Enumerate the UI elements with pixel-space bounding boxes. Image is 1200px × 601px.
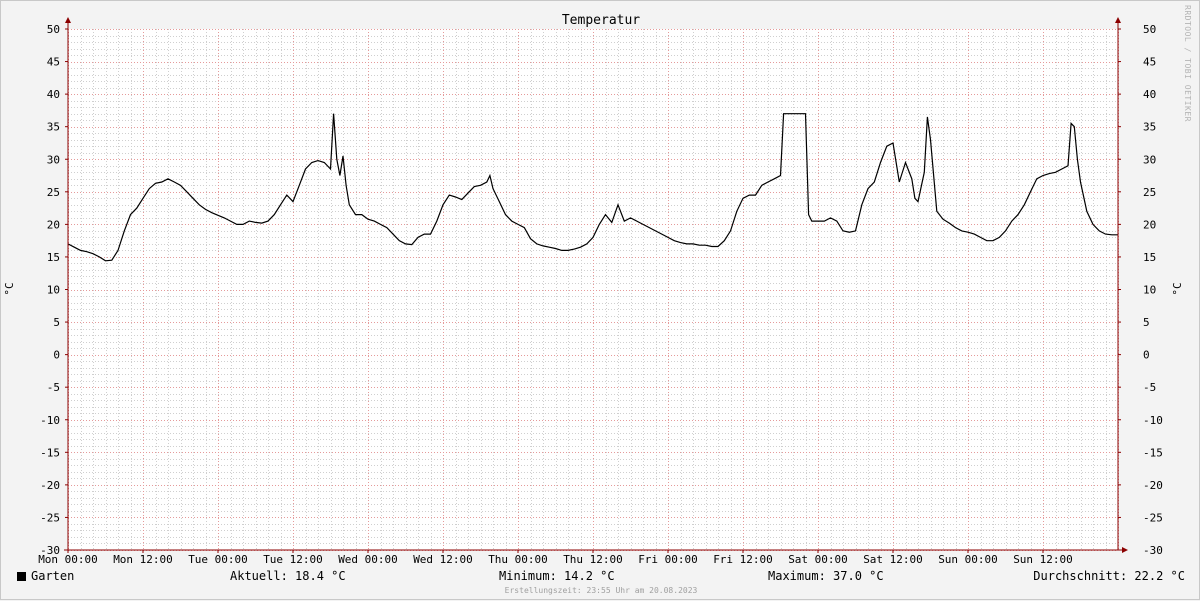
x-tick-label: Tue 00:00 xyxy=(188,553,248,566)
y-tick-label-right: 25 xyxy=(1143,186,1156,199)
x-tick-label: Thu 12:00 xyxy=(563,553,623,566)
x-tick-label: Mon 00:00 xyxy=(38,553,98,566)
y-tick-label-left: 5 xyxy=(53,316,60,329)
y-tick-label-right: 20 xyxy=(1143,218,1156,231)
legend-average: Durchschnitt: 22.2 °C xyxy=(1033,569,1185,583)
y-tick-label-left: 20 xyxy=(47,218,60,231)
y-tick-label-right: 40 xyxy=(1143,88,1156,101)
y-tick-label-left: 45 xyxy=(47,56,60,69)
y-tick-label-right: -15 xyxy=(1143,446,1163,459)
y-tick-label-right: 45 xyxy=(1143,56,1156,69)
legend-current: Aktuell: 18.4 °C xyxy=(230,569,346,583)
y-tick-label-left: 10 xyxy=(47,284,60,297)
x-tick-label: Sun 00:00 xyxy=(938,553,998,566)
legend-series-name: Garten xyxy=(31,569,75,583)
x-tick-label: Mon 12:00 xyxy=(113,553,173,566)
y-tick-label-left: 15 xyxy=(47,251,60,264)
y-tick-label-right: -20 xyxy=(1143,479,1163,492)
legend: Garten Aktuell: 18.4 °C Minimum: 14.2 °C… xyxy=(1,567,1200,587)
y-tick-label-left: 30 xyxy=(47,153,60,166)
y-tick-label-right: 15 xyxy=(1143,251,1156,264)
watermark: RRDTOOL / TOBI OETIKER xyxy=(1183,5,1192,122)
y-tick-label-right: -30 xyxy=(1143,544,1163,557)
y-tick-label-right: -25 xyxy=(1143,511,1163,524)
y-tick-label-left: 50 xyxy=(47,23,60,36)
legend-maximum: Maximum: 37.0 °C xyxy=(768,569,884,583)
x-tick-label: Fri 12:00 xyxy=(713,553,773,566)
x-tick-label: Wed 00:00 xyxy=(338,553,398,566)
x-axis-ticks: Mon 00:00 Mon 12:00 Tue 00:00 Tue 12:00 Wed … xyxy=(38,550,1073,566)
chart-frame: -30 -25 -20 -15 -10 -5 0 5 10 15 20 25 30 35 40 45 50 -3… xyxy=(0,0,1200,600)
x-tick-label: Thu 00:00 xyxy=(488,553,548,566)
creation-time: Erstellungszeit: 23:55 Uhr am 20.08.2023 xyxy=(504,586,698,595)
y-tick-label-left: 0 xyxy=(53,349,60,362)
x-axis-arrow xyxy=(1122,547,1128,553)
x-tick-label: Sat 12:00 xyxy=(863,553,923,566)
y-axis-label-right: °C xyxy=(1171,282,1184,295)
y-tick-label-right: 5 xyxy=(1143,316,1150,329)
temperature-chart: -30-25-20-15-10-505101520253035404550 -3… xyxy=(3,13,1184,566)
y-tick-label-left: 35 xyxy=(47,121,60,134)
x-tick-label: Tue 12:00 xyxy=(263,553,323,566)
y-tick-label-left: -20 xyxy=(40,479,60,492)
y-tick-label-left: -15 xyxy=(40,446,60,459)
y-axis-arrow-right xyxy=(1115,17,1121,23)
y-tick-label-right: 30 xyxy=(1143,153,1156,166)
y-axis-arrow-left xyxy=(65,17,71,23)
y-tick-label-left: -10 xyxy=(40,414,60,427)
y-tick-label-left: 25 xyxy=(47,186,60,199)
y-tick-label-left: -5 xyxy=(47,381,60,394)
legend-swatch xyxy=(17,572,26,581)
chart-title: Temperatur xyxy=(562,13,640,28)
legend-minimum: Minimum: 14.2 °C xyxy=(499,569,615,583)
y-axis-left-ticks: -30-25-20-15-10-505101520253035404550 xyxy=(40,23,68,557)
x-tick-label: Wed 12:00 xyxy=(413,553,473,566)
y-tick-label-right: 35 xyxy=(1143,121,1156,134)
x-tick-label: Sun 12:00 xyxy=(1013,553,1073,566)
y-tick-label-right: -5 xyxy=(1143,381,1156,394)
y-axis-label-left: °C xyxy=(3,282,16,295)
x-tick-label: Sat 00:00 xyxy=(788,553,848,566)
y-tick-label-left: -25 xyxy=(40,511,60,524)
y-tick-label-right: -10 xyxy=(1143,414,1163,427)
x-tick-label: Fri 00:00 xyxy=(638,553,698,566)
legend-item-garten: Garten xyxy=(17,569,74,583)
y-axis-right-ticks: -30 -25 -20 -15 -10 -5 0 5 10 15 20 25 30 35 40 45 50 xyxy=(1118,23,1163,557)
y-tick-label-right: 10 xyxy=(1143,284,1156,297)
y-tick-label-left: 40 xyxy=(47,88,60,101)
y-tick-label-right: 50 xyxy=(1143,23,1156,36)
y-tick-label-right: 0 xyxy=(1143,349,1150,362)
